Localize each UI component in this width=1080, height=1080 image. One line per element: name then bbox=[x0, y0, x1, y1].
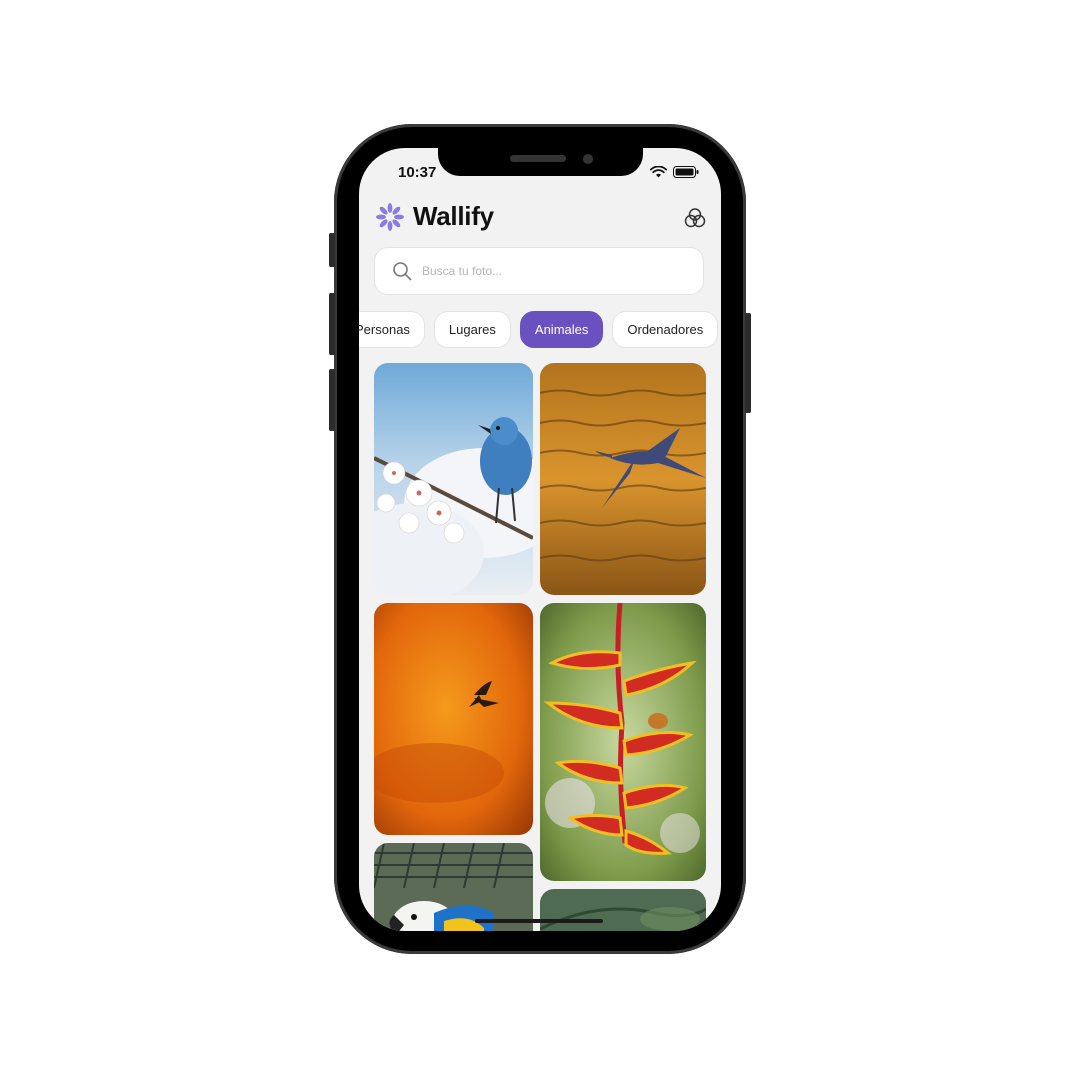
app-screen: 10:37 Wallify Busca tu foto... Personas … bbox=[359, 148, 721, 931]
category-chip-lugares[interactable]: Lugares bbox=[433, 311, 511, 348]
mute-switch bbox=[329, 233, 335, 267]
category-chip-animales[interactable]: Animales bbox=[519, 311, 604, 348]
photo-green-plant[interactable] bbox=[540, 889, 706, 931]
app-title: Wallify bbox=[413, 201, 494, 231]
speaker-grille bbox=[510, 155, 566, 162]
search-icon bbox=[393, 262, 412, 281]
volume-down-button bbox=[329, 369, 335, 431]
front-camera bbox=[583, 154, 593, 164]
status-icons bbox=[650, 166, 699, 178]
photo-orange-sky-bird[interactable] bbox=[374, 603, 533, 835]
photo-heron[interactable] bbox=[540, 363, 706, 595]
photo-heliconia-frog[interactable] bbox=[540, 603, 706, 881]
category-chip-personas[interactable]: Personas bbox=[359, 311, 425, 348]
category-chips: Personas Lugares Animales Ordenadores bbox=[359, 311, 721, 348]
status-time: 10:37 bbox=[398, 164, 437, 181]
app-logo-icon bbox=[376, 203, 404, 231]
filters-icon[interactable] bbox=[683, 206, 707, 230]
home-indicator[interactable] bbox=[475, 919, 603, 923]
wifi-icon bbox=[650, 166, 667, 178]
category-chip-ordenadores[interactable]: Ordenadores bbox=[612, 311, 719, 348]
battery-icon bbox=[673, 166, 699, 178]
power-button bbox=[745, 313, 751, 413]
search-input[interactable] bbox=[420, 263, 684, 279]
photo-macaw[interactable] bbox=[374, 843, 533, 931]
photo-blue-bird[interactable] bbox=[374, 363, 533, 595]
notch bbox=[438, 148, 643, 176]
volume-up-button bbox=[329, 293, 335, 355]
search-bar[interactable] bbox=[374, 247, 704, 295]
